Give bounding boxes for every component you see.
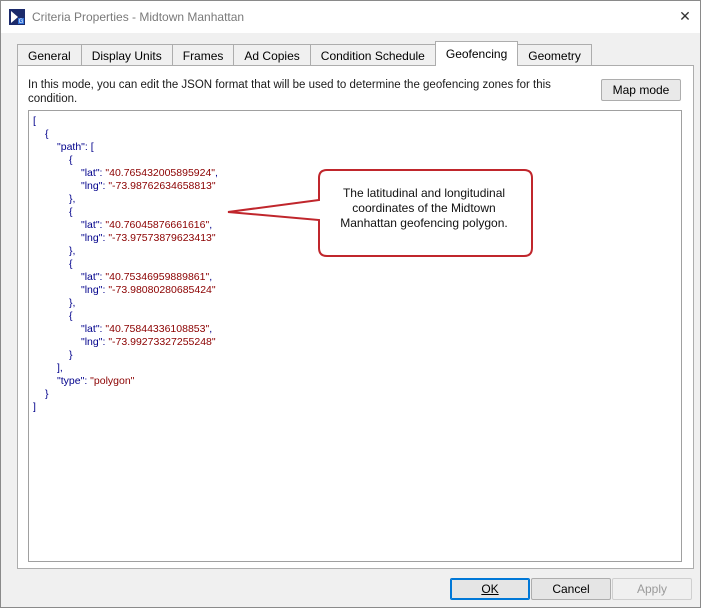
json-value: "40.75346959889861"	[105, 271, 210, 283]
json-punctuation: {	[69, 206, 73, 218]
json-line: [	[33, 115, 218, 128]
json-punctuation: {	[69, 154, 73, 166]
json-line: "lat": "40.75844336108853",	[33, 323, 218, 336]
json-key: "lng"	[81, 232, 103, 244]
json-punctuation: }	[45, 388, 49, 400]
json-line: ]	[33, 401, 218, 414]
json-punctuation: ]	[33, 401, 36, 413]
json-punctuation: },	[69, 245, 76, 257]
json-line: {	[33, 154, 218, 167]
json-line: {	[33, 128, 218, 141]
json-code: [{"path": [{"lat": "40.765432005895924",…	[33, 115, 218, 414]
json-editor[interactable]: [{"path": [{"lat": "40.765432005895924",…	[28, 110, 682, 562]
json-punctuation: ],	[57, 362, 63, 374]
json-key: "lng"	[81, 336, 103, 348]
json-line: {	[33, 310, 218, 323]
tab-label: Condition Schedule	[320, 48, 425, 63]
tab-geometry[interactable]: Geometry	[517, 44, 592, 66]
geofencing-description: In this mode, you can edit the JSON form…	[28, 79, 551, 105]
json-value: "-73.99273327255248"	[108, 336, 216, 348]
json-punctuation: ,	[209, 271, 213, 283]
json-key: "lat"	[81, 271, 100, 283]
json-line: "lng": "-73.98080280685424"	[33, 284, 218, 297]
tab-frames[interactable]: Frames	[171, 44, 235, 66]
json-line: ],	[33, 362, 218, 375]
window-title: Criteria Properties - Midtown Manhattan	[32, 10, 245, 24]
json-punctuation: ,	[215, 167, 218, 179]
cancel-label: Cancel	[552, 582, 590, 596]
json-punctuation: ,	[209, 323, 213, 335]
apply-button: Apply	[612, 578, 692, 600]
json-punctuation: {	[69, 310, 73, 322]
json-value: "40.765432005895924"	[105, 167, 216, 179]
json-value: "-73.98762634658813"	[108, 180, 216, 192]
json-line: "lat": "40.76045876661616",	[33, 219, 218, 232]
json-punctuation: {	[45, 128, 49, 140]
json-line: "lng": "-73.99273327255248"	[33, 336, 218, 349]
json-key: "path"	[57, 141, 85, 153]
tab-label: Geometry	[528, 48, 581, 63]
tab-label: Frames	[182, 48, 224, 63]
close-icon[interactable]: ✕	[670, 1, 700, 31]
json-line: "path": [	[33, 141, 218, 154]
json-line: {	[33, 206, 218, 219]
tab-label: Geofencing	[445, 47, 508, 61]
svg-text:G: G	[19, 19, 24, 25]
json-line: {	[33, 258, 218, 271]
app-logo-icon: G	[9, 9, 25, 25]
ok-label: OK	[481, 582, 499, 596]
title-bar: G Criteria Properties - Midtown Manhatta…	[1, 1, 700, 33]
tab-strip: General Display Units Frames Ad Copies C…	[17, 41, 592, 66]
json-line: }	[33, 388, 218, 401]
json-line: }	[33, 349, 218, 362]
tab-label: Display Units	[91, 48, 162, 63]
tab-display-units[interactable]: Display Units	[80, 44, 173, 66]
tab-general[interactable]: General	[17, 44, 82, 66]
json-value: "40.75844336108853"	[105, 323, 210, 335]
cancel-button[interactable]: Cancel	[531, 578, 611, 600]
json-line: },	[33, 297, 218, 310]
json-line: "lng": "-73.97573879623413"	[33, 232, 218, 245]
json-line: "lat": "40.75346959889861",	[33, 271, 218, 284]
apply-label: Apply	[636, 582, 668, 596]
json-value: "-73.97573879623413"	[108, 232, 216, 244]
json-punctuation: }	[69, 349, 73, 361]
json-value: "polygon"	[90, 375, 135, 387]
geofencing-panel: In this mode, you can edit the JSON form…	[17, 65, 694, 569]
json-key: "type"	[57, 375, 85, 387]
json-key: "lat"	[81, 219, 100, 231]
tab-geofencing[interactable]: Geofencing	[434, 41, 519, 66]
json-line: },	[33, 245, 218, 258]
json-key: "lng"	[81, 284, 103, 296]
ok-button[interactable]: OK	[450, 578, 530, 600]
tab-ad-copies[interactable]: Ad Copies	[233, 44, 311, 66]
json-punctuation: : [	[84, 141, 94, 153]
json-key: "lat"	[81, 323, 100, 335]
json-line: },	[33, 193, 218, 206]
json-line: "lat": "40.765432005895924",	[33, 167, 218, 180]
json-punctuation: },	[69, 193, 76, 205]
json-punctuation: {	[69, 258, 73, 270]
callout-text: The latitudinal and longitudinal coordin…	[340, 186, 508, 230]
json-value: "-73.98080280685424"	[108, 284, 216, 296]
json-key: "lat"	[81, 167, 100, 179]
tab-label: General	[28, 48, 71, 63]
map-mode-button[interactable]: Map mode	[601, 79, 681, 101]
json-line: "lng": "-73.98762634658813"	[33, 180, 218, 193]
json-key: "lng"	[81, 180, 103, 192]
tab-label: Ad Copies	[244, 48, 300, 63]
json-punctuation: ,	[209, 219, 213, 231]
json-value: "40.76045876661616"	[105, 219, 210, 231]
json-line: "type": "polygon"	[33, 375, 218, 388]
json-punctuation: [	[33, 115, 36, 127]
tab-condition-schedule[interactable]: Condition Schedule	[309, 44, 436, 66]
json-punctuation: },	[69, 297, 76, 309]
dialog-window: G Criteria Properties - Midtown Manhatta…	[0, 0, 701, 608]
